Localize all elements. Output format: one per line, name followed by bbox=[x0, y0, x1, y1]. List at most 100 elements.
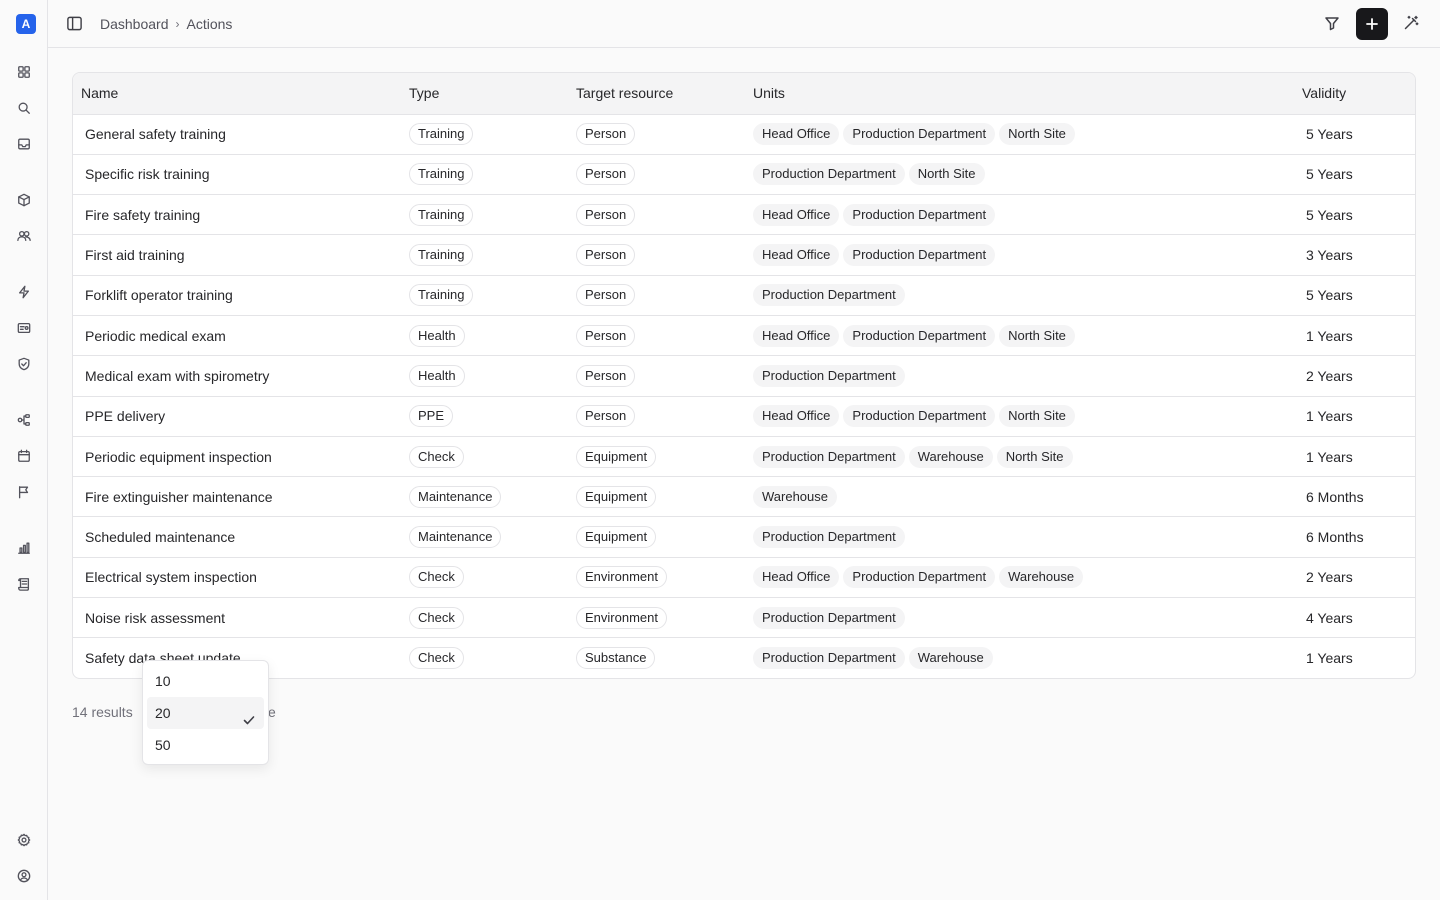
cell-target-resource: Person bbox=[568, 234, 745, 276]
table-row[interactable]: Specific risk training Training Person Prod… bbox=[73, 153, 1415, 195]
unit-badge: Head Office bbox=[753, 405, 840, 428]
magic-wand-icon[interactable] bbox=[1403, 15, 1421, 33]
users-icon[interactable] bbox=[16, 228, 32, 244]
flag-icon[interactable] bbox=[16, 484, 32, 500]
cell-validity: 2 Years bbox=[1294, 355, 1415, 397]
bolt-icon[interactable] bbox=[16, 284, 32, 300]
chart-icon[interactable] bbox=[16, 540, 32, 556]
cell-target-resource: Person bbox=[568, 355, 745, 397]
type-badge: Training bbox=[409, 284, 474, 307]
page-size-option[interactable]: 10 bbox=[147, 665, 264, 697]
page-size-option-label: 10 bbox=[155, 673, 171, 689]
table-row[interactable]: Medical exam with spirometry Health Person… bbox=[73, 355, 1415, 397]
app-logo[interactable]: A bbox=[16, 14, 36, 34]
type-badge: Health bbox=[409, 364, 465, 387]
sidebar-toggle-icon[interactable] bbox=[66, 15, 84, 33]
cell-name: Scheduled maintenance bbox=[73, 516, 401, 558]
cell-type: Health bbox=[401, 355, 568, 397]
column-header-validity[interactable]: Validity bbox=[1294, 73, 1415, 114]
cell-units: Warehouse bbox=[745, 476, 1294, 517]
cell-units: Production Department bbox=[745, 274, 1294, 316]
page-size-option-label: 20 bbox=[155, 705, 171, 721]
type-badge: Training bbox=[409, 203, 474, 226]
inbox-icon[interactable] bbox=[16, 136, 32, 152]
table-row[interactable]: Noise risk assessment Check Environment Pro… bbox=[73, 597, 1415, 638]
cell-units: Head Office Production Department North Si… bbox=[745, 113, 1294, 155]
table-row[interactable]: Scheduled maintenance Maintenance Equipmen… bbox=[73, 516, 1415, 558]
workflow-icon[interactable] bbox=[16, 412, 32, 428]
type-badge: Maintenance bbox=[409, 485, 502, 508]
cell-type: Check bbox=[401, 435, 568, 477]
cell-type: Training bbox=[401, 113, 568, 155]
column-header-target[interactable]: Target resource bbox=[568, 73, 745, 114]
cell-target-resource: Equipment bbox=[568, 435, 745, 477]
table-row[interactable]: First aid training Training Person Head Off… bbox=[73, 234, 1415, 276]
table-row[interactable]: Periodic equipment inspection Check Equipm… bbox=[73, 435, 1415, 477]
id-card-icon[interactable] bbox=[16, 320, 32, 336]
settings-icon[interactable] bbox=[16, 832, 32, 848]
unit-badge: North Site bbox=[996, 445, 1073, 468]
target-resource-badge: Person bbox=[576, 324, 636, 347]
target-resource-badge: Person bbox=[576, 364, 636, 387]
table-row[interactable]: Safety data sheet update Check Substance Pr… bbox=[73, 637, 1415, 679]
unit-badge: North Site bbox=[999, 405, 1075, 428]
column-header-name[interactable]: Name bbox=[73, 73, 401, 114]
type-badge: Training bbox=[409, 123, 474, 146]
filter-icon[interactable] bbox=[1324, 15, 1342, 33]
cell-target-resource: Equipment bbox=[568, 476, 745, 517]
page-size-option-selected[interactable]: 20 bbox=[147, 697, 264, 729]
target-resource-badge: Substance bbox=[576, 647, 656, 670]
cell-units: Production Department bbox=[745, 516, 1294, 558]
unit-badge: Head Office bbox=[753, 566, 840, 589]
cell-validity: 5 Years bbox=[1294, 274, 1415, 316]
box-icon[interactable] bbox=[16, 192, 32, 208]
unit-badge: Production Department bbox=[843, 123, 996, 146]
cell-validity: 3 Years bbox=[1294, 234, 1415, 276]
column-header-units[interactable]: Units bbox=[745, 73, 1294, 114]
breadcrumb-dashboard[interactable]: Dashboard bbox=[100, 16, 169, 32]
target-resource-badge: Environment bbox=[576, 606, 667, 629]
cell-target-resource: Person bbox=[568, 194, 745, 235]
table-row[interactable]: Periodic medical exam Health Person Head Of… bbox=[73, 314, 1415, 356]
cell-units: Production Department bbox=[745, 355, 1294, 397]
table-row[interactable]: Fire safety training Training Person Head O… bbox=[73, 194, 1415, 235]
cell-units: Head Office Production Department North Si… bbox=[745, 395, 1294, 437]
search-icon[interactable] bbox=[16, 100, 32, 116]
target-resource-badge: Person bbox=[576, 284, 636, 307]
cell-validity: 1 Years bbox=[1294, 435, 1415, 477]
table-row[interactable]: Fire extinguisher maintenance Maintenance… bbox=[73, 476, 1415, 517]
grid-icon[interactable] bbox=[16, 64, 32, 80]
table-row[interactable]: Forklift operator training Training Person… bbox=[73, 274, 1415, 316]
table-row[interactable]: General safety training Training Person Hea… bbox=[73, 113, 1415, 155]
cell-target-resource: Person bbox=[568, 314, 745, 356]
cell-type: Check bbox=[401, 637, 568, 679]
table-row[interactable]: PPE delivery PPE Person Head Office Producti… bbox=[73, 395, 1415, 437]
cell-type: Maintenance bbox=[401, 476, 568, 517]
target-resource-badge: Environment bbox=[576, 566, 667, 589]
cell-units: Head Office Production Department bbox=[745, 234, 1294, 276]
table-row[interactable]: Electrical system inspection Check Environ… bbox=[73, 556, 1415, 598]
scroll-icon[interactable] bbox=[16, 576, 32, 592]
user-circle-icon[interactable] bbox=[16, 868, 32, 884]
cell-type: Maintenance bbox=[401, 516, 568, 558]
cell-validity: 4 Years bbox=[1294, 597, 1415, 638]
unit-badge: Production Department bbox=[753, 647, 905, 670]
unit-badge: Production Department bbox=[843, 203, 996, 226]
cell-name: Fire safety training bbox=[73, 194, 401, 235]
cell-target-resource: Environment bbox=[568, 597, 745, 638]
calendar-icon[interactable] bbox=[16, 448, 32, 464]
page-size-option-label: 50 bbox=[155, 737, 171, 753]
add-button[interactable] bbox=[1356, 8, 1388, 40]
column-header-type[interactable]: Type bbox=[401, 73, 568, 114]
unit-badge: Production Department bbox=[753, 445, 905, 468]
type-badge: Check bbox=[409, 445, 464, 468]
cell-name: Periodic equipment inspection bbox=[73, 435, 401, 477]
shield-icon[interactable] bbox=[16, 356, 32, 372]
page-size-option[interactable]: 50 bbox=[147, 729, 264, 761]
target-resource-badge: Person bbox=[576, 405, 636, 428]
unit-badge: Production Department bbox=[753, 284, 905, 307]
cell-type: Health bbox=[401, 314, 568, 356]
cell-target-resource: Person bbox=[568, 113, 745, 155]
cell-name: Medical exam with spirometry bbox=[73, 355, 401, 397]
unit-badge: Production Department bbox=[843, 566, 996, 589]
